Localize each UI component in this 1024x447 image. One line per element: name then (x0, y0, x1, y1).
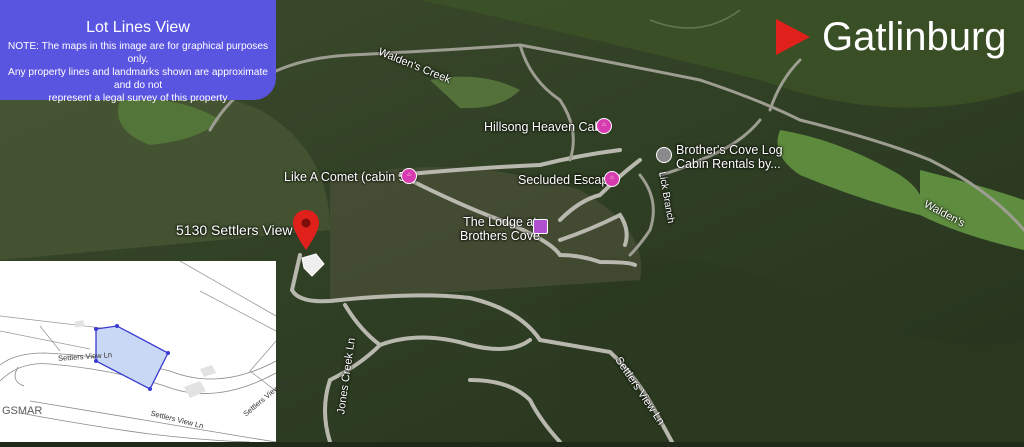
info-note-line: represent a legal survey of this propert… (48, 93, 228, 104)
lodging-pin-icon[interactable]: ⌂ (604, 171, 620, 187)
info-title: Lot Lines View (86, 19, 190, 36)
info-note-line: Any property lines and landmarks shown a… (8, 67, 268, 91)
play-arrow-icon (776, 19, 810, 55)
destination-label: Gatlinburg (822, 15, 1007, 59)
lodging-pin-icon[interactable]: ⌂ (596, 118, 612, 134)
lodge-icon[interactable] (533, 219, 548, 234)
place-label-line: Brother's Cove Log (676, 143, 783, 157)
lodging-pin-icon[interactable]: ⌂ (401, 168, 417, 184)
place-label-line: Cabin Rentals by... (676, 157, 781, 171)
destination-marker: Gatlinburg (776, 14, 1007, 60)
place-label-line: Brothers Cove (460, 229, 540, 243)
place-label-line: The Lodge at (463, 215, 537, 229)
info-note: NOTE: The maps in this image are for gra… (0, 40, 276, 105)
property-pin-icon[interactable] (292, 210, 320, 250)
place-label-lodge: The Lodge at Brothers Cove (460, 215, 540, 243)
property-lot-outline (301, 253, 325, 277)
place-label-secluded: Secluded Escape (518, 173, 616, 187)
location-pin-icon[interactable] (656, 147, 672, 163)
place-label-comet: Like A Comet (cabin 51) (284, 170, 417, 184)
info-box: Lot Lines View NOTE: The maps in this im… (0, 0, 276, 104)
mls-watermark: GSMAR (2, 405, 43, 417)
info-note-line: NOTE: The maps in this image are for gra… (7, 41, 269, 65)
place-label-brothers-cove: Brother's Cove Log Cabin Rentals by... (676, 143, 783, 171)
place-label-hillsong: Hillsong Heaven Cabin (484, 120, 612, 134)
